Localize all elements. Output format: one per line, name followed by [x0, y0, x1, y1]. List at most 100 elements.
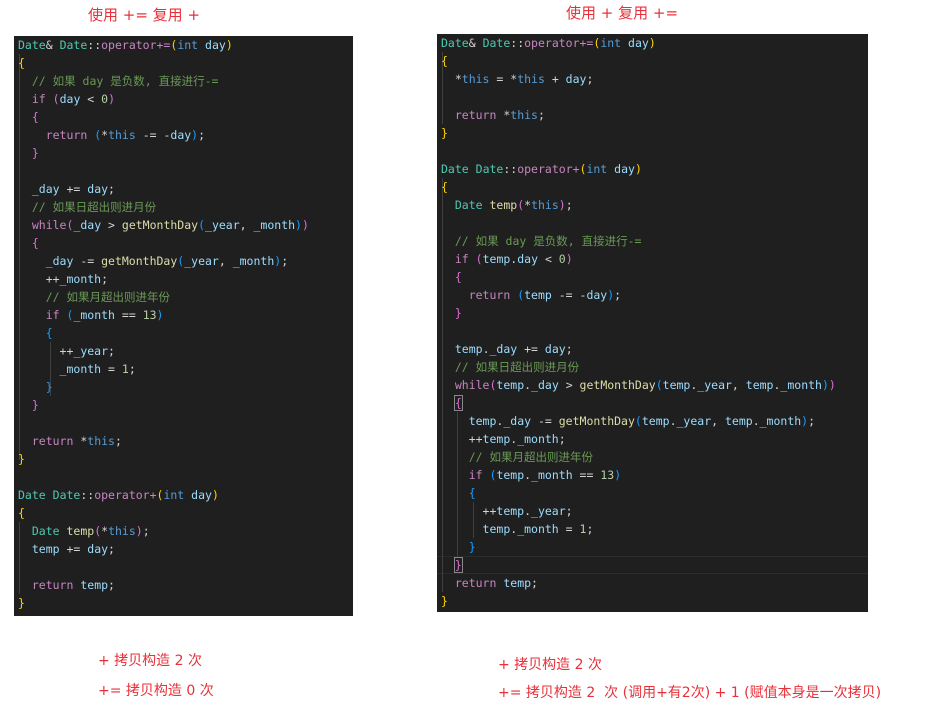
- code-token: ==: [572, 468, 601, 482]
- code-token: ;: [128, 362, 136, 376]
- code-line: while(temp._day > getMonthDay(temp._year…: [437, 376, 868, 394]
- code-token: 13: [142, 308, 157, 322]
- code-token: return: [454, 576, 497, 590]
- code-token: temp: [496, 468, 525, 482]
- code-token: {: [454, 270, 462, 284]
- code-line: ++temp._year;: [437, 502, 868, 520]
- code-token: +=: [59, 182, 88, 196]
- code-line: Date Date::operator+(int day): [14, 486, 353, 504]
- code-line: Date temp(*this);: [437, 196, 868, 214]
- code-token: getMonthDay: [101, 254, 178, 268]
- code-token: ;: [142, 524, 150, 538]
- code-token: <: [538, 252, 559, 266]
- code-token: ::: [510, 36, 525, 50]
- code-token: ): [634, 162, 642, 176]
- code-token: this: [108, 524, 136, 538]
- code-token: temp: [524, 288, 552, 302]
- right-code-editor[interactable]: Date& Date::operator+=(int day){ *this =…: [437, 34, 868, 612]
- code-token: ;: [586, 72, 594, 86]
- code-token: }: [441, 594, 448, 608]
- code-token: _month: [517, 522, 559, 536]
- code-token: {: [18, 56, 25, 70]
- code-token: .: [669, 414, 677, 428]
- code-token: _month: [73, 308, 115, 322]
- code-token: ;: [108, 182, 115, 196]
- code-token: _year: [531, 504, 566, 518]
- code-token: ,: [218, 254, 233, 268]
- code-token: temp: [745, 378, 774, 392]
- left-title: 使用 += 复用 +: [88, 6, 201, 24]
- code-token: while: [31, 218, 67, 232]
- code-token: Date: [454, 198, 483, 212]
- code-token: _month: [517, 432, 559, 446]
- code-token: .: [482, 342, 490, 356]
- code-token: temp: [724, 414, 753, 428]
- left-code-editor[interactable]: Date& Date::operator+=(int day){ // 如果 d…: [14, 36, 353, 616]
- code-token: int: [177, 38, 199, 52]
- code-line: // 如果日超出则进月份: [437, 358, 868, 376]
- code-token: _day: [31, 182, 60, 196]
- code-token: _day: [73, 218, 102, 232]
- code-token: temp: [66, 524, 95, 538]
- code-line: return (temp -= -day);: [437, 286, 868, 304]
- code-token: _year: [697, 378, 732, 392]
- code-token: getMonthDay: [558, 414, 635, 428]
- code-line: {: [437, 484, 868, 502]
- code-token: return: [31, 434, 74, 448]
- code-token: temp: [496, 378, 525, 392]
- code-token: return: [468, 288, 511, 302]
- code-token: }: [468, 540, 476, 554]
- code-token: ;: [281, 254, 289, 268]
- code-line: {: [14, 234, 353, 252]
- code-token: *: [496, 108, 511, 122]
- code-line: }: [14, 144, 353, 162]
- code-token: ;: [537, 108, 545, 122]
- code-token: temp: [662, 378, 691, 392]
- code-token: ::: [80, 488, 95, 502]
- code-line: }: [14, 450, 353, 468]
- code-token: ): [828, 378, 836, 392]
- code-token: if: [454, 252, 469, 266]
- code-token: this: [461, 72, 490, 86]
- code-token: Date: [59, 38, 88, 52]
- code-line: ++_month;: [14, 270, 353, 288]
- code-token: _month: [59, 362, 102, 376]
- code-token: =: [558, 522, 580, 536]
- code-token: ;: [108, 344, 115, 358]
- code-line: temp._month = 1;: [437, 520, 868, 538]
- code-line: {: [437, 178, 868, 196]
- code-token: _year: [184, 254, 219, 268]
- code-token: ++: [18, 272, 60, 286]
- code-token: ;: [108, 542, 115, 556]
- code-token: {: [31, 110, 39, 124]
- code-token: // 如果 day 是负数, 直接进行-=: [31, 74, 219, 88]
- code-token: ): [295, 218, 302, 232]
- code-token: ): [156, 308, 164, 322]
- code-token: ++: [18, 344, 74, 358]
- code-token: (: [198, 218, 206, 232]
- code-token: &: [468, 36, 483, 50]
- code-token: {: [31, 236, 39, 250]
- code-token: {: [468, 486, 476, 500]
- code-token: ): [301, 218, 309, 232]
- code-token: day: [170, 128, 192, 142]
- code-token: int: [600, 36, 622, 50]
- code-token: {: [453, 395, 463, 411]
- code-token: ): [108, 92, 116, 106]
- code-token: }: [453, 557, 463, 573]
- code-token: ::: [87, 38, 102, 52]
